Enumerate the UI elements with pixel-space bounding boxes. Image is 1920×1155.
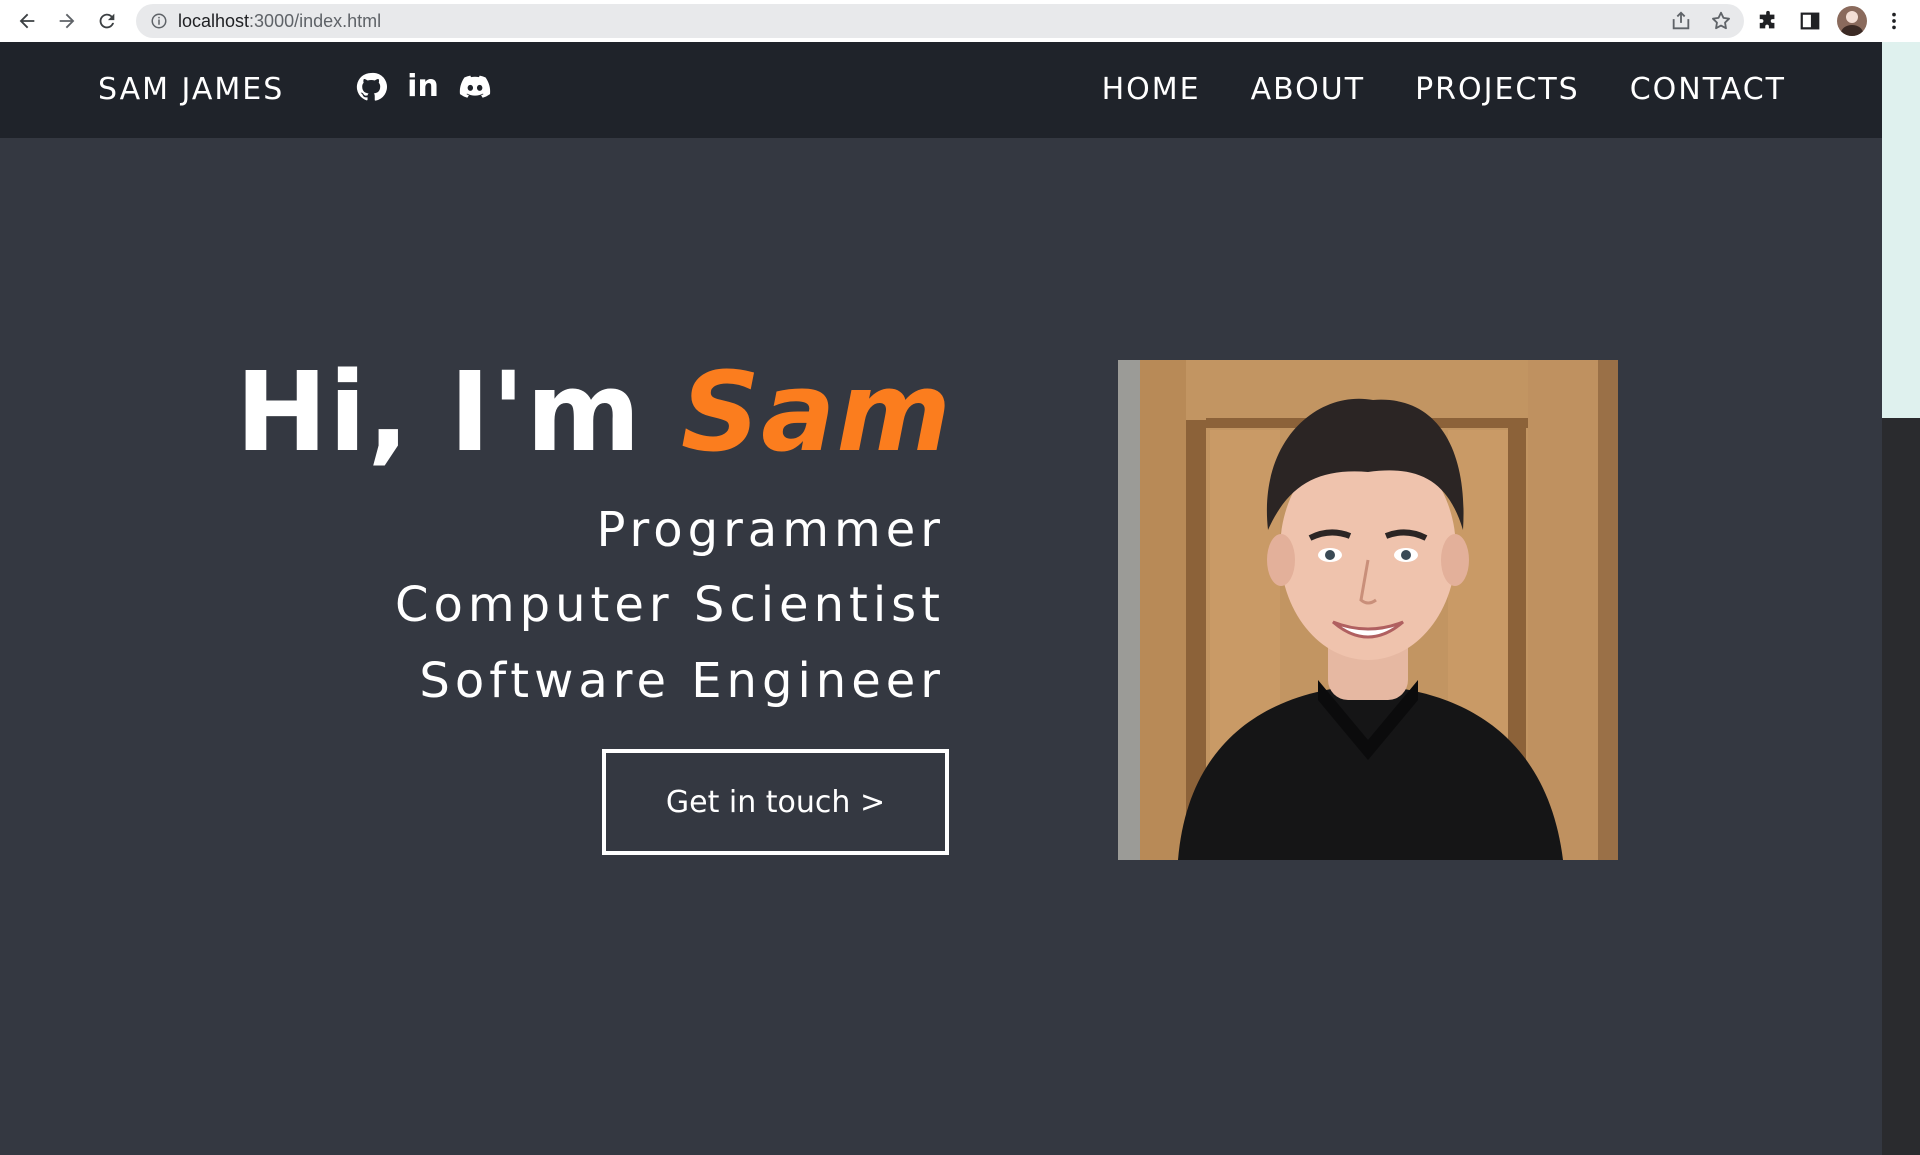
role-computer-scientist: Computer Scientist — [394, 577, 945, 633]
portrait-illustration — [1118, 360, 1618, 860]
url-text: localhost:3000/index.html — [178, 11, 381, 32]
reload-button[interactable] — [87, 1, 127, 41]
profile-avatar[interactable] — [1836, 5, 1868, 37]
scrollbar-thumb[interactable] — [1882, 42, 1920, 418]
site-brand[interactable]: SAM JAMES — [98, 72, 284, 107]
site-navbar: SAM JAMES in HOME ABOUT PROJECTS CONTACT — [0, 42, 1882, 138]
arrow-right-icon — [59, 13, 75, 29]
role-programmer: Programmer — [596, 502, 945, 558]
nav-contact[interactable]: CONTACT — [1630, 70, 1786, 110]
reload-icon — [99, 13, 115, 29]
hero-greeting: Hi, I'm — [235, 348, 681, 476]
arrow-left-icon — [19, 13, 35, 29]
nav-home[interactable]: HOME — [1102, 70, 1201, 110]
hero-section: Hi, I'm Sam Programmer Computer Scientis… — [0, 138, 1882, 1155]
page-scrollbar[interactable] — [1882, 42, 1920, 1155]
hero-name: Sam — [680, 348, 952, 476]
side-panel-icon[interactable] — [1794, 5, 1826, 37]
nav-projects[interactable]: PROJECTS — [1415, 70, 1580, 110]
info-icon[interactable] — [150, 12, 168, 30]
main-menu: HOME ABOUT PROJECTS CONTACT — [1102, 70, 1786, 110]
role-software-engineer: Software Engineer — [419, 653, 945, 709]
more-menu-icon[interactable] — [1878, 5, 1910, 37]
address-bar[interactable]: localhost:3000/index.html — [136, 4, 1744, 38]
url-path: :3000/index.html — [249, 10, 382, 31]
nav-about[interactable]: ABOUT — [1251, 70, 1365, 110]
extensions-icon[interactable] — [1752, 5, 1784, 37]
share-icon[interactable] — [1668, 8, 1694, 34]
get-in-touch-button[interactable]: Get in touch > — [602, 749, 949, 855]
url-host: localhost — [178, 10, 250, 31]
bookmark-star-icon[interactable] — [1708, 8, 1734, 34]
discord-icon[interactable] — [458, 70, 492, 104]
hero-heading: Hi, I'm Sam — [236, 348, 952, 476]
social-links: in — [354, 70, 492, 104]
linkedin-icon[interactable]: in — [406, 70, 440, 104]
browser-toolbar: localhost:3000/index.html — [0, 0, 1920, 42]
github-icon[interactable] — [354, 70, 388, 104]
avatar — [1837, 6, 1867, 36]
profile-photo — [1118, 360, 1618, 860]
back-button[interactable] — [7, 1, 47, 41]
forward-button[interactable] — [47, 1, 87, 41]
